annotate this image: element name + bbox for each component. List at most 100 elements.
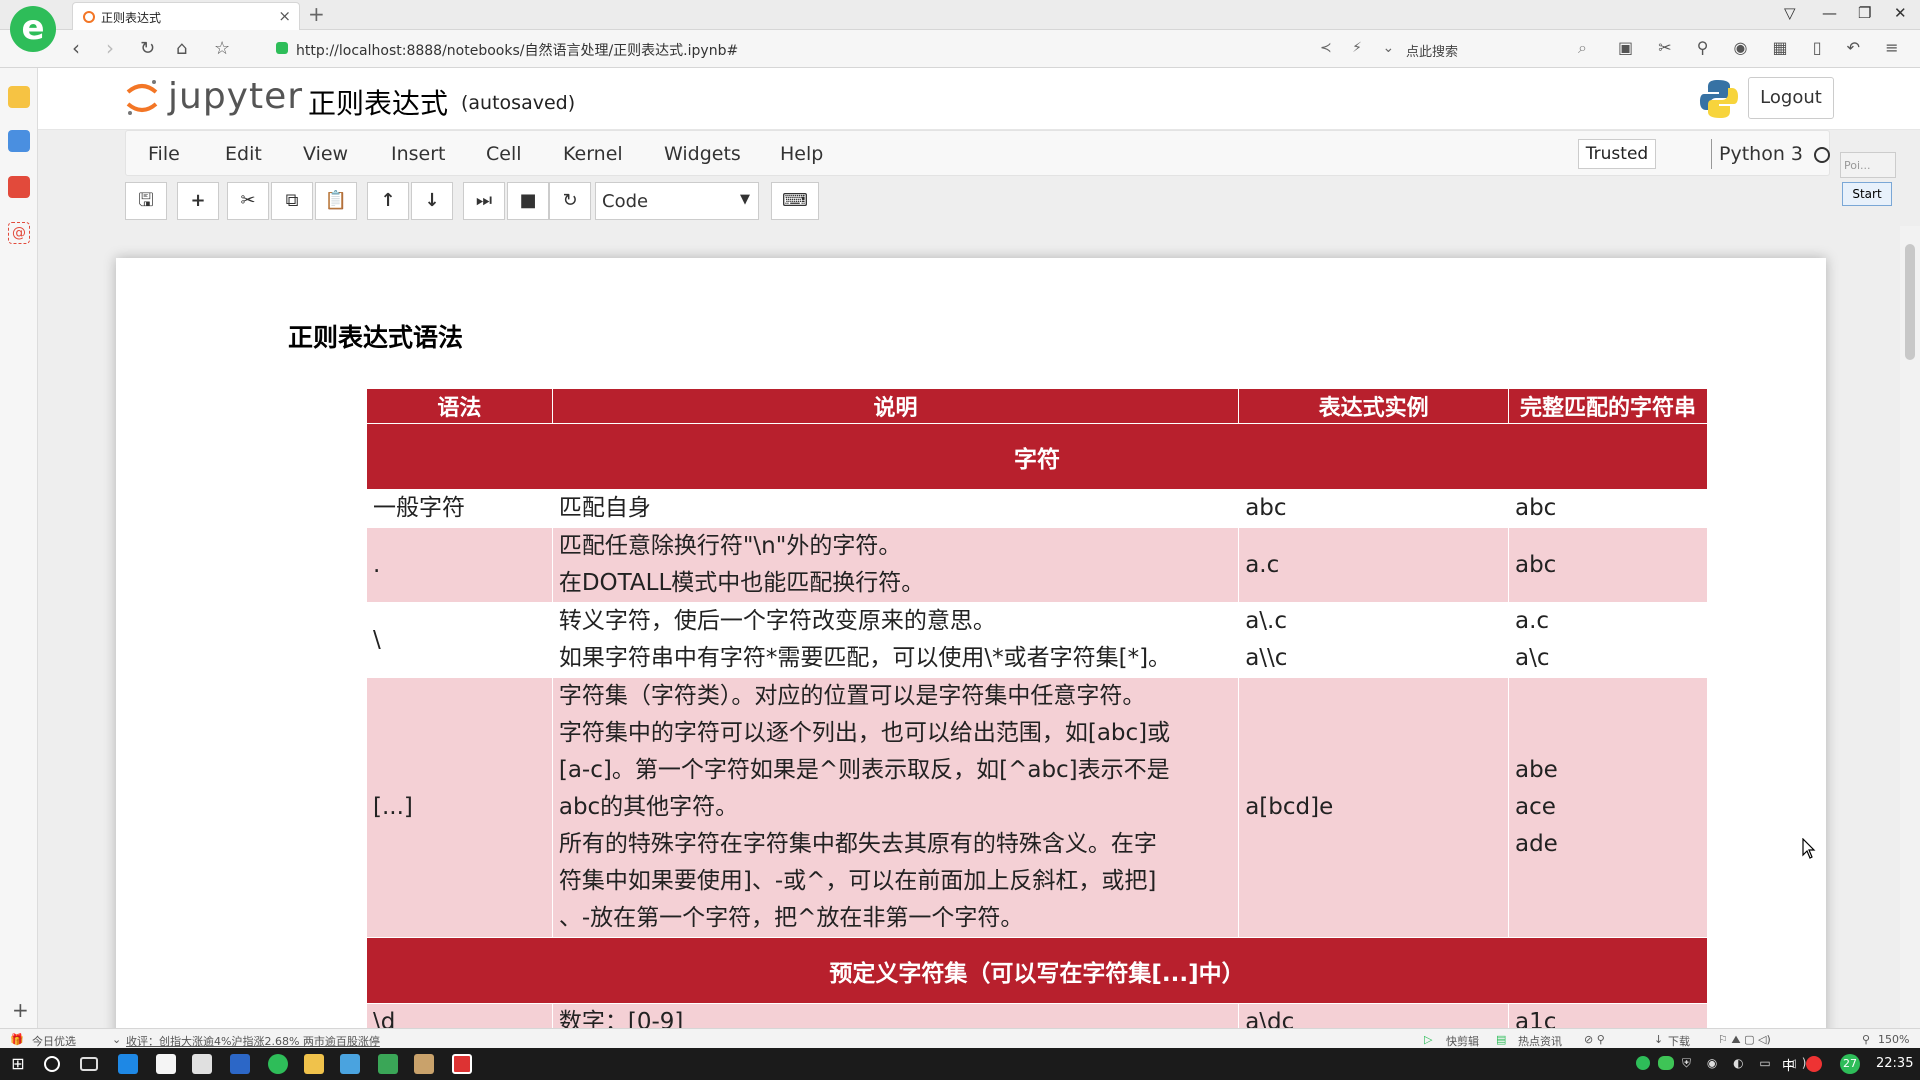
favorites-icon[interactable] (8, 86, 30, 108)
task-view-icon[interactable] (80, 1057, 98, 1071)
keyboard-icon[interactable]: ⌨ (771, 182, 819, 220)
store-icon[interactable] (156, 1054, 176, 1074)
home-icon[interactable]: ⌂ (176, 38, 187, 59)
trusted-indicator[interactable]: Trusted (1578, 139, 1656, 169)
menu-help[interactable]: Help (780, 143, 823, 165)
tray-browser-icon[interactable] (1636, 1056, 1650, 1070)
browser-logo-icon[interactable]: e (10, 6, 56, 52)
vertical-scrollbar[interactable] (1900, 226, 1920, 1028)
tab-title: 正则表达式 (101, 11, 162, 25)
weibo-icon[interactable] (8, 176, 30, 198)
start-button[interactable]: Start (1842, 182, 1892, 206)
download-icon[interactable]: ↓ (1654, 1033, 1663, 1046)
url-actions-icon[interactable]: ≺ ⚡ ⌄ (1320, 40, 1402, 56)
file-explorer-icon[interactable] (304, 1054, 324, 1074)
minimize-icon[interactable]: — (1822, 4, 1837, 22)
download-label[interactable]: 下载 (1668, 1033, 1690, 1049)
close-tab-icon[interactable]: × (278, 7, 291, 25)
chevron-down-icon[interactable]: ⌄ (112, 1033, 121, 1046)
desc-line: [a-c]。第一个字符如果是^则表示取反，如[^abc]表示不是 (558, 757, 1170, 783)
sogou-icon[interactable] (1806, 1056, 1822, 1072)
header-syntax: 语法 (366, 388, 553, 424)
move-down-icon[interactable]: ↓ (411, 182, 453, 220)
mail-icon[interactable]: @ (8, 222, 30, 244)
notebook-title[interactable]: 正则表达式 (308, 82, 448, 122)
mail-app-icon[interactable] (192, 1054, 212, 1074)
new-tab-icon[interactable]: + (308, 2, 325, 26)
bookmark-star-icon[interactable]: ☆ (214, 38, 230, 59)
menu-insert[interactable]: Insert (391, 143, 446, 165)
status-extra-icons[interactable]: ⚐ ⛰ ▢ ◁) (1718, 1033, 1771, 1047)
jupyter-toolbar: 🖫 + ✂ ⧉ 📋 ↑ ↓ ⏭ ■ ↻ Code ▼ ⌨ (125, 182, 1025, 222)
app-icon[interactable] (230, 1054, 250, 1074)
browser-tab[interactable]: 正则表达式 × (72, 2, 300, 30)
clip-label[interactable]: 快剪辑 (1446, 1033, 1479, 1049)
cell-syntax: . (366, 527, 553, 603)
back-icon[interactable]: ‹ (72, 36, 80, 60)
app-icon[interactable] (452, 1054, 472, 1074)
run-icon[interactable]: ⏭ (463, 182, 505, 220)
section-title: 字符 (366, 423, 1708, 490)
cell-example: a\.c a\\c (1238, 602, 1509, 678)
hot-news-icon[interactable]: ▤ (1496, 1033, 1506, 1046)
clip-icon[interactable]: ▷ (1424, 1033, 1432, 1046)
jupyter-logo-text[interactable]: jupyter (168, 76, 303, 117)
search-icon[interactable] (44, 1056, 60, 1072)
move-up-icon[interactable]: ↑ (367, 182, 409, 220)
gift-icon[interactable]: 🎁 (10, 1033, 24, 1046)
notification-badge[interactable]: 27 (1840, 1054, 1860, 1074)
menu-kernel[interactable]: Kernel (563, 143, 623, 165)
taskbar-clock[interactable]: 22:35 (1876, 1056, 1913, 1071)
menu-edit[interactable]: Edit (225, 143, 262, 165)
cell-type-select[interactable]: Code ▼ (595, 182, 759, 220)
app-icon[interactable] (414, 1054, 434, 1074)
insert-cell-icon[interactable]: + (177, 182, 219, 220)
zoom-level[interactable]: 150% (1878, 1033, 1909, 1046)
kernel-name[interactable]: Python 3 (1719, 143, 1803, 165)
app-icon[interactable] (378, 1054, 398, 1074)
news-ticker[interactable]: 收评：创指大涨逾4%沪指涨2.68% 两市逾百股涨停 (126, 1033, 380, 1049)
browser-toolbar-icons[interactable]: ▣ ✂ ⚲ ◉ ▦ ▯ ↶ ≡ (1618, 38, 1909, 57)
browser-app-icon[interactable] (268, 1054, 288, 1074)
zoom-icon[interactable]: ⚲ (1862, 1033, 1870, 1046)
reading-icon[interactable] (8, 130, 30, 152)
address-bar[interactable]: http://localhost:8888/notebooks/自然语言处理/正… (270, 34, 1370, 64)
ime-indicator[interactable]: 中 (1782, 1055, 1795, 1074)
close-window-icon[interactable]: ✕ (1894, 4, 1907, 22)
restore-icon[interactable]: ❐ (1858, 4, 1871, 22)
add-sidebar-icon[interactable]: + (12, 998, 29, 1022)
wechat-icon[interactable] (1658, 1056, 1674, 1070)
skin-icon[interactable]: ▽ (1784, 4, 1796, 22)
poi-box[interactable]: Poi... (1840, 152, 1896, 178)
jupyter-logo-icon[interactable] (124, 78, 160, 116)
restart-icon[interactable]: ↻ (549, 182, 591, 220)
windows-taskbar: ⊞ ⛨ ◉ ◐ ▭ ◁) 中 27 22:35 (0, 1048, 1920, 1080)
match-line: a\c (1514, 645, 1550, 671)
menu-cell[interactable]: Cell (486, 143, 522, 165)
menu-file[interactable]: File (148, 143, 180, 165)
refresh-icon[interactable]: ↻ (140, 38, 155, 59)
notebook-page: 正则表达式语法 语法 说明 表达式实例 完整匹配的字符串 字符 一般字符 匹配自… (116, 258, 1826, 1028)
scrollbar-thumb[interactable] (1905, 244, 1915, 360)
statusbar-left-text[interactable]: 今日优选 (32, 1033, 76, 1049)
search-box[interactable]: 点此搜索 ⌕ (1400, 34, 1595, 64)
menu-widgets[interactable]: Widgets (664, 143, 741, 165)
windows-start-icon[interactable]: ⊞ (8, 1054, 28, 1074)
mouse-cursor-icon (1802, 838, 1816, 859)
paste-icon[interactable]: 📋 (315, 182, 357, 220)
hot-news-label[interactable]: 热点资讯 (1518, 1033, 1562, 1049)
search-icon[interactable]: ⌕ (1578, 38, 1587, 58)
logout-button[interactable]: Logout (1748, 77, 1834, 119)
cell-desc: 匹配自身 (551, 489, 1240, 528)
edge-icon[interactable] (118, 1054, 138, 1074)
app-icon[interactable] (340, 1054, 360, 1074)
cut-icon[interactable]: ✂ (227, 182, 269, 220)
save-icon[interactable]: 🖫 (125, 182, 167, 220)
status-icons[interactable]: ⊘ ⚲ (1584, 1033, 1605, 1046)
copy-icon[interactable]: ⧉ (271, 182, 313, 220)
interrupt-icon[interactable]: ■ (507, 182, 549, 220)
cell-example: a\dc (1238, 1003, 1509, 1028)
desc-line: 符集中如果要使用]、-或^，可以在前面加上反斜杠，或把] (558, 868, 1157, 894)
forward-icon[interactable]: › (106, 36, 114, 60)
menu-view[interactable]: View (303, 143, 348, 165)
